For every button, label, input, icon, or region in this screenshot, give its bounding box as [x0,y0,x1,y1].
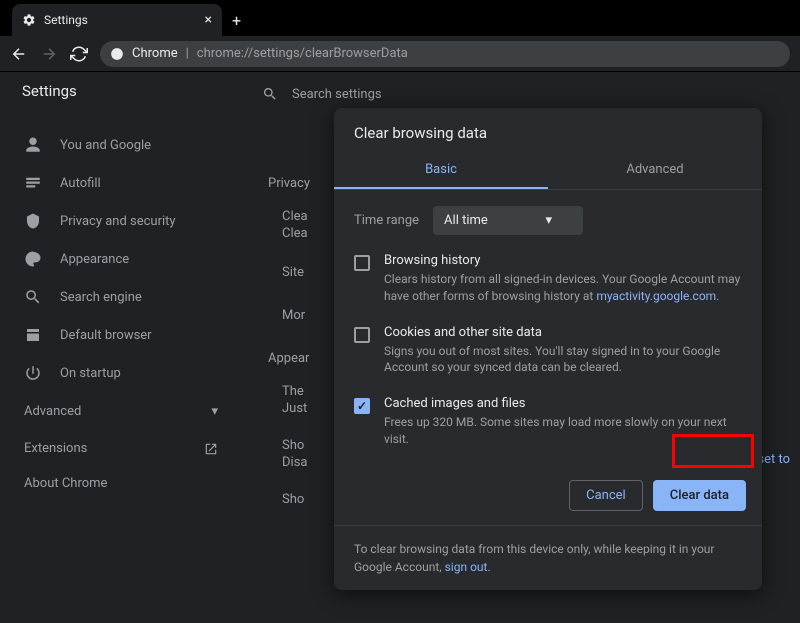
sidebar-item-label: Privacy and security [60,214,176,229]
checkbox-browsing-history[interactable] [354,255,370,271]
checkbox-cookies[interactable] [354,327,370,343]
chrome-icon [110,47,124,61]
time-range-row: Time range All time ▾ [354,206,742,235]
sidebar-link-label: Extensions [24,441,87,456]
sidebar-item-label: Search engine [60,290,142,305]
checkbox-cached[interactable] [354,398,370,414]
sign-out-link[interactable]: sign out [445,560,488,574]
option-title: Browsing history [384,253,742,268]
myactivity-link[interactable]: myactivity.google.com [596,289,716,303]
sidebar-item-default-browser[interactable]: Default browser [0,316,242,354]
tab-strip: Settings × + [0,0,800,36]
reload-icon[interactable] [70,45,88,63]
sidebar-item-on-startup[interactable]: On startup [0,354,242,392]
time-range-label: Time range [354,213,419,228]
sidebar-item-search-engine[interactable]: Search engine [0,278,242,316]
option-title: Cookies and other site data [384,325,742,340]
close-icon[interactable]: × [205,12,212,28]
tab-title: Settings [44,13,88,27]
sidebar-extensions[interactable]: Extensions [0,431,242,466]
browser-toolbar: Chrome | chrome://settings/clearBrowserD… [0,36,800,72]
option-desc: Signs you out of most sites. You'll stay… [384,343,742,377]
search-placeholder: Search settings [292,87,382,102]
sidebar-item-privacy[interactable]: Privacy and security [0,202,242,240]
omnibox-prefix: Chrome [132,46,178,61]
sidebar-item-autofill[interactable]: Autofill [0,164,242,202]
sidebar-item-you-and-google[interactable]: You and Google [0,126,242,164]
dialog-actions: Cancel Clear data [334,474,762,525]
option-cached: Cached images and files Frees up 320 MB.… [354,396,742,448]
back-icon[interactable] [10,45,28,63]
clear-browsing-data-dialog: Clear browsing data Basic Advanced Time … [334,108,762,590]
tab-advanced[interactable]: Advanced [548,152,762,189]
omnibox-separator: | [186,46,189,61]
time-range-value: All time [444,213,488,228]
sidebar-item-label: Appearance [60,252,129,267]
option-desc: Clears history from all signed-in device… [384,271,742,305]
option-browsing-history: Browsing history Clears history from all… [354,253,742,305]
dialog-title: Clear browsing data [334,108,762,152]
dialog-body: Time range All time ▾ Browsing history C… [334,190,762,474]
sidebar-advanced[interactable]: Advanced ▾ [0,392,242,431]
browser-tab[interactable]: Settings × [12,4,222,36]
sidebar-item-appearance[interactable]: Appearance [0,240,242,278]
settings-sidebar: You and Google Autofill Privacy and secu… [0,72,242,623]
sidebar-item-label: Autofill [60,176,101,191]
sidebar-about[interactable]: About Chrome [0,466,242,501]
option-desc: Frees up 320 MB. Some sites may load mor… [384,414,742,448]
sidebar-item-label: Default browser [60,328,152,343]
external-link-icon [204,442,218,456]
chevron-down-icon: ▾ [211,404,218,419]
gear-icon [22,13,36,27]
address-bar[interactable]: Chrome | chrome://settings/clearBrowserD… [100,41,790,67]
dialog-footer: To clear browsing data from this device … [334,525,762,590]
tab-basic[interactable]: Basic [334,152,548,189]
search-icon [262,86,278,102]
sidebar-item-label: You and Google [60,138,151,153]
new-tab-button[interactable]: + [222,5,251,36]
chevron-down-icon: ▾ [546,213,553,228]
option-cookies: Cookies and other site data Signs you ou… [354,325,742,377]
sidebar-link-label: About Chrome [24,476,107,491]
forward-icon[interactable] [40,45,58,63]
option-title: Cached images and files [384,396,742,411]
omnibox-path: chrome://settings/clearBrowserData [197,46,408,61]
time-range-select[interactable]: All time ▾ [433,206,583,235]
sidebar-advanced-label: Advanced [24,404,81,419]
clear-data-button[interactable]: Clear data [653,480,746,511]
dialog-tabs: Basic Advanced [334,152,762,190]
sidebar-item-label: On startup [60,366,121,381]
page-title: Settings [22,82,77,100]
cancel-button[interactable]: Cancel [569,480,643,511]
